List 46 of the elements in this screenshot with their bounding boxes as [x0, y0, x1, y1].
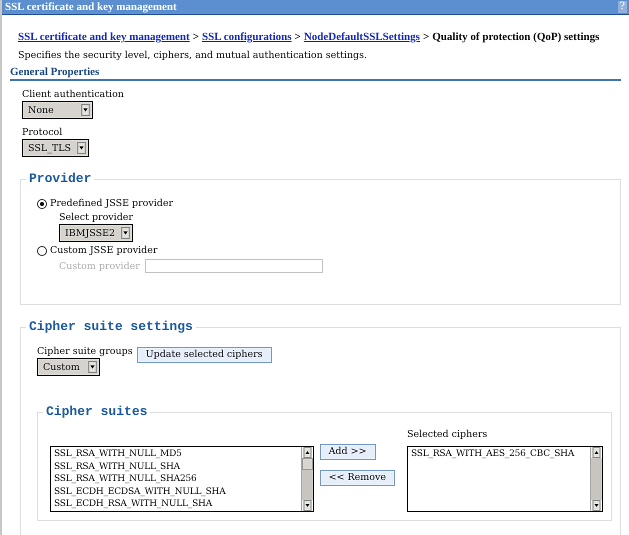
caret-down-icon[interactable]: [81, 104, 90, 116]
window-title: SSL certificate and key management: [5, 1, 177, 13]
breadcrumb-link[interactable]: SSL certificate and key management: [18, 31, 190, 43]
caret-down-icon[interactable]: [302, 500, 313, 511]
update-button[interactable]: Update selected ciphers: [136, 347, 272, 363]
list-item[interactable]: SSL_RSA_WITH_NULL_SHA256: [54, 473, 298, 486]
radio-button[interactable]: [37, 246, 47, 256]
caret-down-icon[interactable]: [591, 500, 602, 511]
field-label: Protocol: [22, 127, 64, 138]
list-item[interactable]: SSL_RSA_WITH_NULL_MD5: [54, 448, 298, 461]
breadcrumb-link[interactable]: SSL configurations: [202, 31, 292, 43]
list-item[interactable]: SSL_RSA_WITH_NULL_SHA: [54, 460, 298, 474]
list-item[interactable]: SSL_ECDH_ECDSA_WITH_NULL_SHA: [54, 486, 298, 498]
caret-up-icon[interactable]: [591, 447, 602, 458]
page-description: Specifies the security level, ciphers, and mutual authentication settings.: [18, 50, 368, 61]
caret-down-icon[interactable]: [121, 227, 130, 239]
breadcrumb-link[interactable]: NodeDefaultSSLSettings: [304, 31, 420, 43]
dropdown[interactable]: Custom: [37, 358, 100, 376]
caret-up-icon[interactable]: [302, 447, 313, 458]
scrollbar[interactable]: [590, 447, 602, 511]
fieldset-legend: Cipher suite settings: [26, 319, 196, 334]
field-label: Cipher suite groups: [37, 346, 133, 357]
radio-label: Custom JSSE provider: [50, 245, 158, 256]
dropdown[interactable]: SSL_TLS: [22, 139, 90, 157]
add-button[interactable]: Add >>: [320, 444, 376, 460]
radio-button[interactable]: [37, 198, 47, 208]
fieldset-legend: Cipher suites: [43, 404, 150, 419]
caret-down-icon[interactable]: [88, 361, 97, 373]
field-label: Client authentication: [22, 89, 125, 100]
dropdown[interactable]: None: [22, 101, 93, 119]
caret-down-icon[interactable]: [77, 142, 86, 154]
list-item[interactable]: SSL_ECDH_RSA_WITH_NULL_SHA: [54, 498, 298, 511]
section-title: General Properties: [10, 66, 621, 81]
scrollbar[interactable]: [300, 447, 313, 511]
field-label: Select provider: [59, 212, 134, 223]
list-item[interactable]: SSL_RSA_WITH_AES_256_CBC_SHA: [411, 448, 587, 461]
breadcrumb-separator: >: [294, 31, 301, 43]
field-label: Custom provider: [59, 260, 140, 272]
dropdown[interactable]: IBMJSSE2: [59, 224, 134, 242]
scrollbar-thumb[interactable]: [302, 458, 313, 470]
breadcrumb-separator: >: [192, 31, 199, 43]
radio-label: Predefined JSSE provider: [50, 198, 174, 209]
breadcrumb-separator: >: [422, 31, 430, 43]
breadcrumb-current: Quality of protection (QoP) settings: [432, 31, 600, 43]
field-label: Selected ciphers: [407, 429, 488, 440]
remove-button[interactable]: << Remove: [320, 470, 395, 486]
